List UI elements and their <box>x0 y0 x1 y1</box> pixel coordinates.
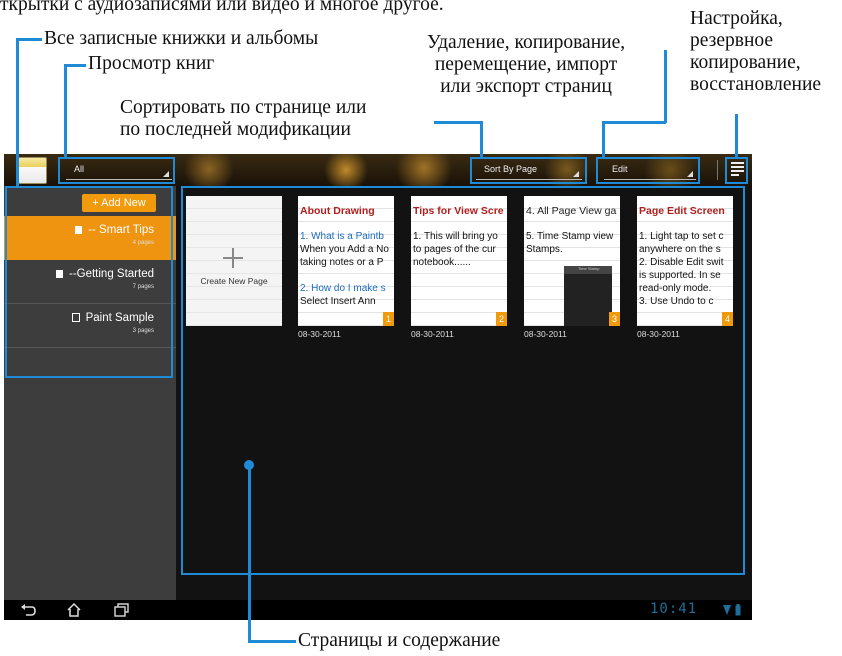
label-settings-line: восстановление <box>690 74 822 95</box>
battery-icon <box>735 604 741 616</box>
wifi-icon <box>723 605 731 615</box>
highlight-view-spinner <box>58 157 175 184</box>
bokeh-light <box>184 154 234 186</box>
connector-line <box>602 121 605 157</box>
home-icon[interactable] <box>66 602 82 618</box>
label-all-notebooks: Все записные книжки и альбомы <box>44 28 319 49</box>
status-clock: 10:41 <box>650 601 698 617</box>
highlight-settings-menu <box>725 157 748 184</box>
bokeh-light <box>324 154 368 186</box>
supernote-app-icon[interactable] <box>18 157 47 184</box>
connector-line <box>248 640 296 643</box>
connector-line <box>602 121 666 124</box>
connector-line <box>64 64 86 67</box>
connector-line <box>248 465 251 642</box>
divider <box>717 160 718 180</box>
bokeh-light <box>396 154 452 186</box>
partial-top-text: ткрытки с аудиозаписями или видео и мног… <box>0 0 444 15</box>
back-icon[interactable] <box>20 603 36 617</box>
highlight-sort-spinner <box>470 157 587 184</box>
label-page-ops-line: перемещение, импорт <box>434 54 618 75</box>
highlight-notebooks-list <box>5 186 173 378</box>
label-page-ops-line: или экспорт страниц <box>440 76 612 97</box>
recent-apps-icon[interactable] <box>114 603 130 617</box>
connector-line <box>664 50 667 123</box>
label-settings-line: копирование, <box>690 52 801 73</box>
connector-line <box>434 121 482 124</box>
label-sort: Сортировать по странице или по последней… <box>120 97 366 141</box>
connector-line <box>735 114 738 157</box>
connector-line <box>64 64 67 157</box>
label-page-ops-line: Удаление, копирование, <box>427 32 626 53</box>
label-settings-line: резервное <box>690 30 774 51</box>
connector-line <box>16 38 19 186</box>
label-pages-content: Страницы и содержание <box>298 630 501 651</box>
label-book-view: Просмотр книг <box>88 53 215 74</box>
label-settings: Настройка, резервное копирование, восста… <box>690 8 821 96</box>
label-settings-line: Настройка, <box>690 8 783 29</box>
system-nav-bar: 10:41 <box>4 600 752 620</box>
connector-line <box>16 38 42 41</box>
label-sort-line: Сортировать по странице или <box>120 97 367 118</box>
highlight-pages-area <box>181 186 745 575</box>
label-sort-line: по последней модификации <box>120 119 351 140</box>
label-page-ops: Удаление, копирование, перемещение, импо… <box>427 32 625 98</box>
highlight-edit-spinner <box>596 157 700 184</box>
connector-line <box>480 121 483 157</box>
